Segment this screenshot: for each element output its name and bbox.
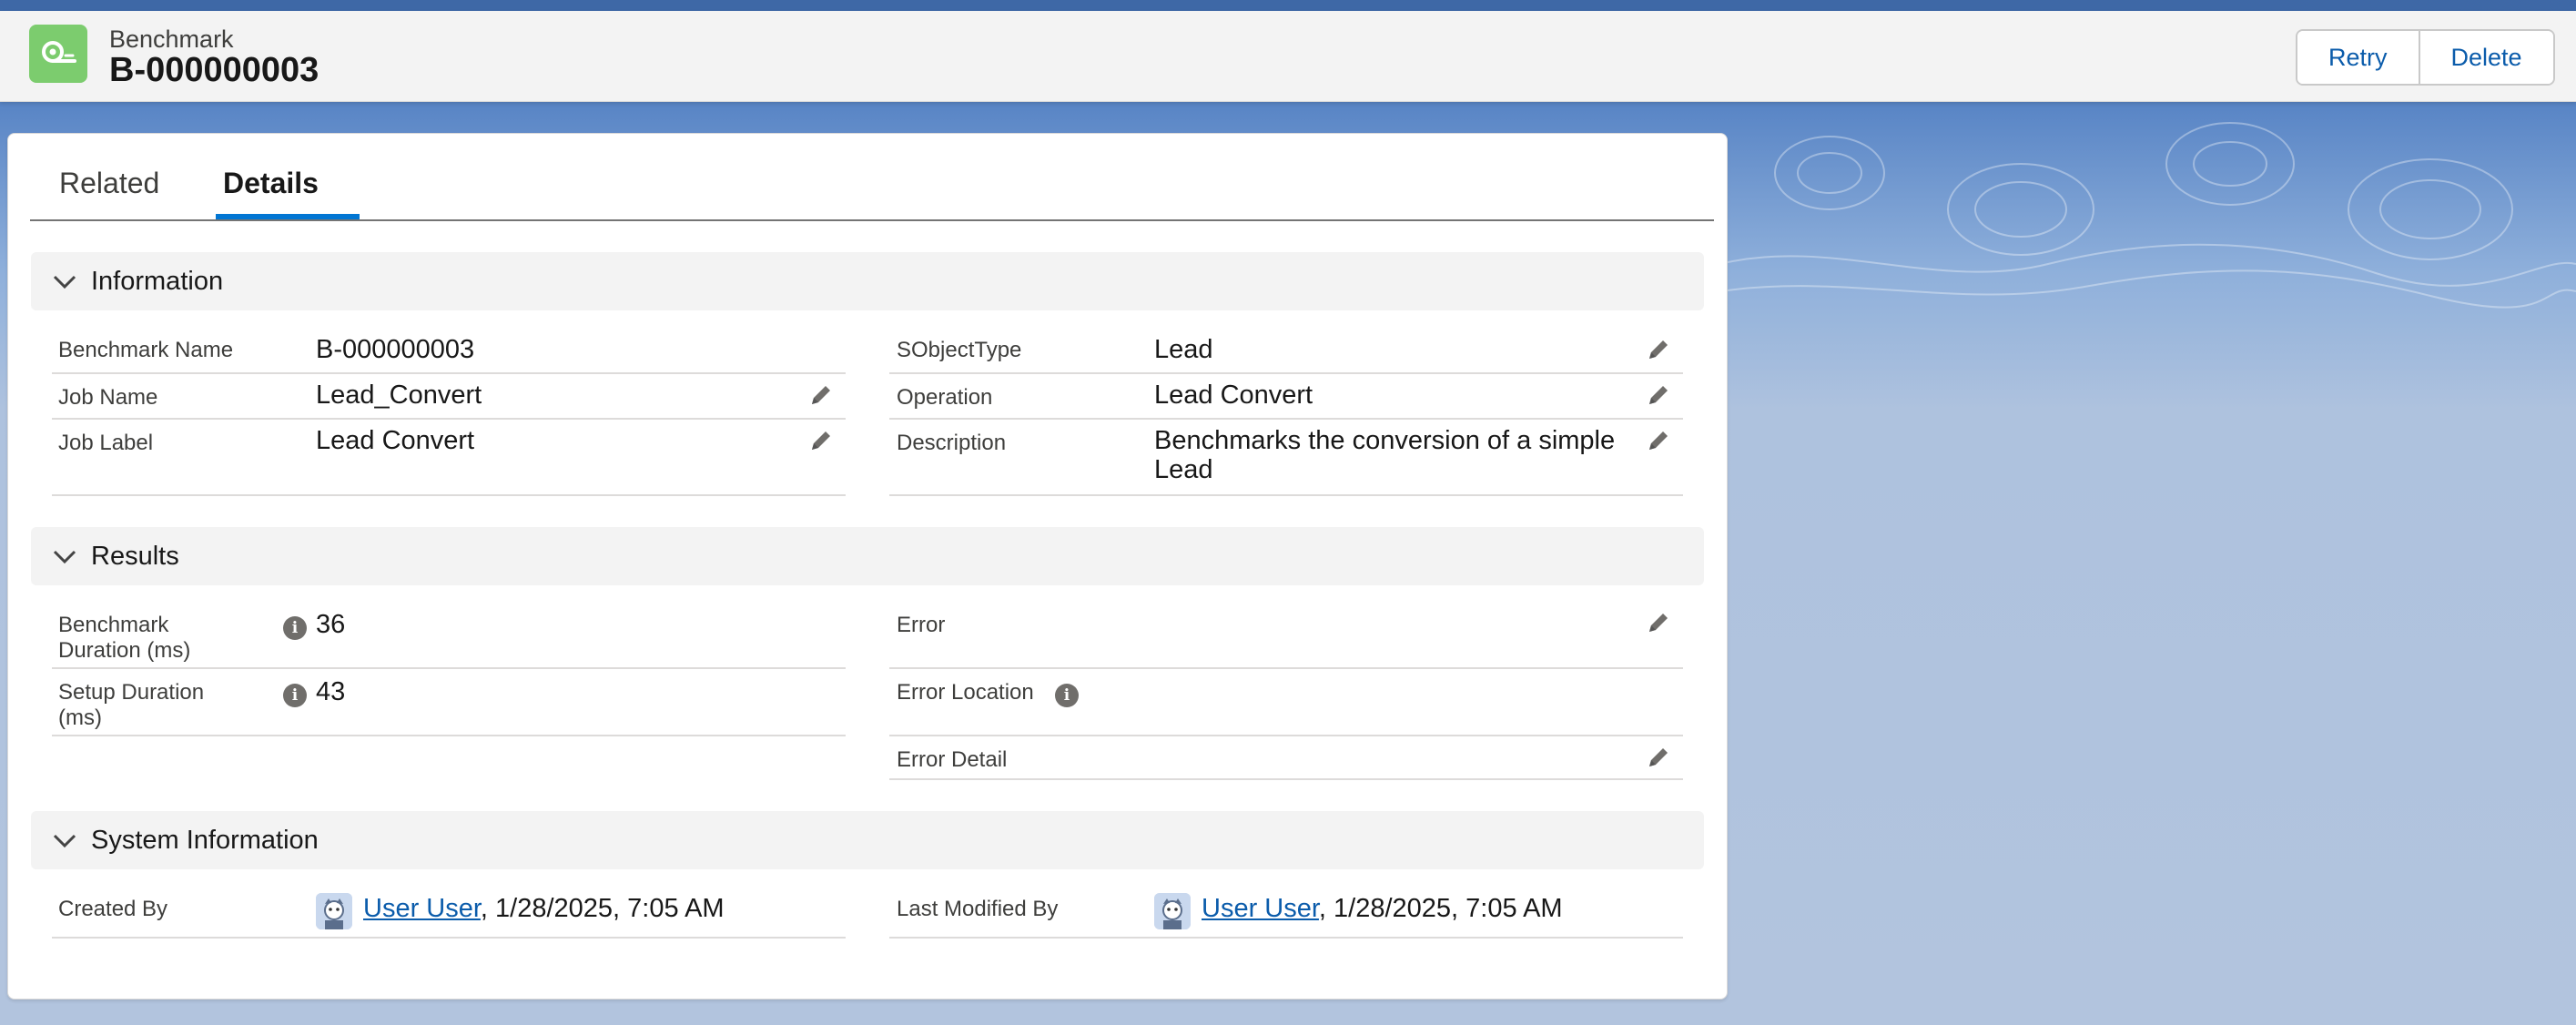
info-icon[interactable]: i bbox=[283, 684, 307, 707]
field-value-sobjecttype: Lead bbox=[1154, 335, 1213, 364]
edit-pencil-icon[interactable] bbox=[807, 381, 835, 409]
chevron-down-icon bbox=[53, 550, 76, 564]
divider bbox=[889, 418, 1683, 420]
field-value-last-modified-by: User User, 1/28/2025, 7:05 AM bbox=[1202, 893, 1563, 924]
last-modified-by-datetime: , 1/28/2025, 7:05 AM bbox=[1318, 894, 1563, 923]
field-label-setup-duration-line2: (ms) bbox=[58, 705, 102, 730]
object-type-label: Benchmark bbox=[109, 25, 234, 53]
edit-pencil-icon[interactable] bbox=[1645, 427, 1672, 454]
section-results-header[interactable]: Results bbox=[31, 527, 1704, 585]
divider bbox=[889, 735, 1683, 736]
divider bbox=[52, 494, 846, 496]
section-information-header[interactable]: Information bbox=[31, 252, 1704, 310]
divider bbox=[52, 418, 846, 420]
field-value-job-name: Lead_Convert bbox=[316, 381, 482, 410]
divider bbox=[52, 937, 846, 939]
section-title: Information bbox=[91, 266, 224, 296]
field-label-error-detail: Error Detail bbox=[897, 747, 1008, 772]
divider bbox=[889, 937, 1683, 939]
retry-button[interactable]: Retry bbox=[2297, 31, 2419, 84]
divider bbox=[52, 667, 846, 669]
chevron-down-icon bbox=[53, 834, 76, 848]
tab-related[interactable]: Related bbox=[59, 167, 159, 200]
field-label-error: Error bbox=[897, 613, 946, 637]
active-tab-indicator bbox=[216, 214, 360, 219]
info-icon[interactable]: i bbox=[1055, 684, 1079, 707]
created-by-user-link[interactable]: User User bbox=[363, 894, 481, 923]
field-label-setup-duration-line1: Setup Duration bbox=[58, 680, 205, 705]
info-icon[interactable]: i bbox=[283, 616, 307, 640]
field-value-benchmark-duration: 36 bbox=[316, 610, 346, 639]
section-title: System Information bbox=[91, 825, 319, 855]
delete-button[interactable]: Delete bbox=[2418, 31, 2553, 84]
header-actions: Retry Delete bbox=[2296, 29, 2555, 86]
created-by-datetime: , 1/28/2025, 7:05 AM bbox=[480, 894, 725, 923]
background-pattern bbox=[1720, 122, 2576, 309]
field-value-created-by: User User, 1/28/2025, 7:05 AM bbox=[363, 893, 725, 924]
field-label-last-modified-by: Last Modified By bbox=[897, 897, 1059, 921]
divider bbox=[889, 372, 1683, 374]
record-title: B-000000003 bbox=[109, 51, 319, 89]
edit-pencil-icon[interactable] bbox=[1645, 609, 1672, 636]
field-label-created-by: Created By bbox=[58, 897, 168, 921]
field-value-setup-duration: 43 bbox=[316, 677, 346, 706]
edit-pencil-icon[interactable] bbox=[807, 427, 835, 454]
field-value-description-line2: Lead bbox=[1154, 455, 1213, 484]
field-label-job-name: Job Name bbox=[58, 385, 158, 410]
field-value-description-line1: Benchmarks the conversion of a simple bbox=[1154, 426, 1616, 455]
field-label-description: Description bbox=[897, 431, 1007, 455]
field-value-benchmark-name: B-000000003 bbox=[316, 335, 475, 364]
field-value-job-label: Lead Convert bbox=[316, 426, 475, 455]
section-title: Results bbox=[91, 541, 179, 571]
field-label-error-location: Error Location bbox=[897, 680, 1034, 705]
field-value-operation: Lead Convert bbox=[1154, 381, 1313, 410]
tab-bar: Related Details bbox=[30, 134, 1714, 221]
field-label-sobjecttype: SObjectType bbox=[897, 338, 1022, 362]
edit-pencil-icon[interactable] bbox=[1645, 336, 1672, 363]
chevron-down-icon bbox=[53, 275, 76, 289]
field-label-operation: Operation bbox=[897, 385, 993, 410]
record-header: Benchmark B-000000003 Retry Delete bbox=[0, 11, 2576, 102]
field-label-benchmark-duration-line1: Benchmark bbox=[58, 613, 169, 637]
edit-pencil-icon[interactable] bbox=[1645, 744, 1672, 771]
field-label-job-label: Job Label bbox=[58, 431, 154, 455]
last-modified-by-user-link[interactable]: User User bbox=[1202, 894, 1319, 923]
user-avatar-icon bbox=[316, 893, 352, 929]
tab-details[interactable]: Details bbox=[223, 167, 319, 200]
divider bbox=[52, 372, 846, 374]
field-label-benchmark-duration-line2: Duration (ms) bbox=[58, 638, 191, 663]
field-label-benchmark-name: Benchmark Name bbox=[58, 338, 234, 362]
edit-pencil-icon[interactable] bbox=[1645, 381, 1672, 409]
benchmark-icon bbox=[29, 25, 87, 83]
details-card: Related Details Information Benchmark Na… bbox=[7, 133, 1728, 1000]
divider bbox=[889, 778, 1683, 780]
divider bbox=[889, 667, 1683, 669]
divider bbox=[889, 494, 1683, 496]
user-avatar-icon bbox=[1154, 893, 1191, 929]
section-system-information-header[interactable]: System Information bbox=[31, 811, 1704, 869]
divider bbox=[52, 735, 846, 736]
